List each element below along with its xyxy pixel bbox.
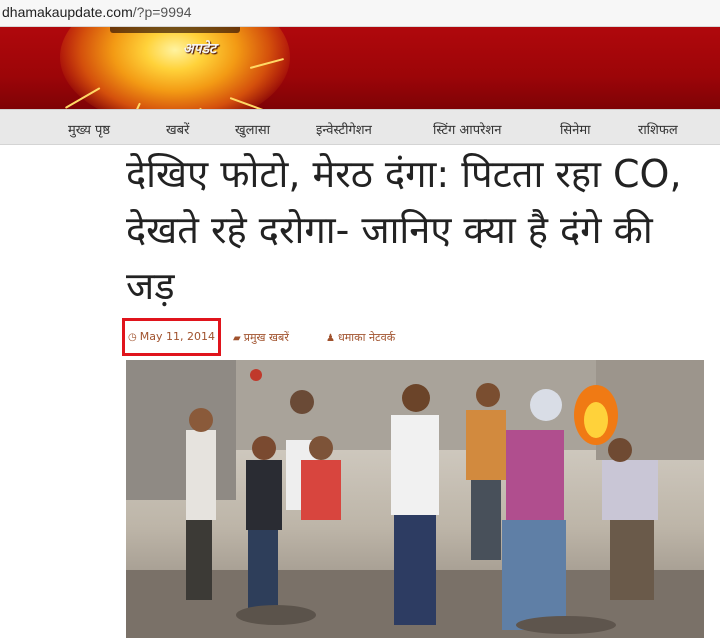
person-figure [466, 410, 506, 480]
person-figure [530, 389, 562, 421]
article-photo [126, 360, 704, 638]
riot-scene-illustration [126, 360, 704, 638]
debris-graphic [516, 616, 616, 634]
debris-graphic [236, 605, 316, 625]
nav-item-news[interactable]: खबरें [166, 120, 189, 138]
person-figure [290, 390, 314, 414]
article-category-text: प्रमुख खबरें [243, 331, 289, 344]
person-figure [394, 515, 436, 625]
article-author-text: धमाका नेटवर्क [337, 331, 396, 344]
url-host: dhamakaupdate.com [2, 4, 133, 20]
person-figure [602, 460, 658, 520]
site-header-banner[interactable]: अपडेट [0, 27, 720, 109]
article-title: देखिए फोटो, मेरठ दंगा: पिटता रहा CO, देख… [126, 152, 682, 308]
fire-core-graphic [584, 402, 608, 438]
person-figure [186, 430, 216, 520]
nav-item-investigation[interactable]: इन्वेस्टीगेशन [316, 120, 372, 138]
user-icon: ♟ [326, 333, 335, 344]
person-figure [252, 436, 276, 460]
browser-address-bar[interactable]: dhamakaupdate.com/?p=9994 [0, 0, 720, 27]
person-figure [301, 460, 341, 520]
left-wall [126, 360, 236, 500]
main-navigation: मुख्य पृष्ठ खबरें खुलासा इन्वेस्टीगेशन स… [0, 109, 720, 145]
nav-item-exposes[interactable]: खुलासा [235, 120, 270, 138]
folder-icon: ▰ [233, 333, 241, 344]
person-figure [186, 520, 212, 600]
person-figure [248, 530, 278, 610]
person-figure [246, 460, 282, 530]
logo-title-fragment [110, 27, 240, 33]
thrown-stone-graphic [250, 369, 262, 381]
url-path: /?p=9994 [132, 4, 192, 20]
date-highlight-box [122, 318, 221, 356]
person-figure [189, 408, 213, 432]
article-category[interactable]: ▰ प्रमुख खबरें [233, 330, 289, 345]
person-figure [608, 438, 632, 462]
url-text[interactable]: dhamakaupdate.com/?p=9994 [2, 4, 192, 20]
person-figure [610, 520, 654, 600]
person-figure [502, 520, 566, 630]
nav-item-horoscope[interactable]: राशिफल [638, 120, 678, 138]
nav-item-sting-operation[interactable]: स्टिंग आपरेशन [433, 120, 501, 138]
person-figure [471, 480, 501, 560]
person-figure [402, 384, 430, 412]
site-logo-text: अपडेट [183, 41, 217, 57]
person-figure [506, 430, 564, 520]
nav-item-home[interactable]: मुख्य पृष्ठ [68, 120, 110, 138]
person-figure [391, 415, 439, 515]
explosion-graphic [60, 27, 290, 109]
person-figure [476, 383, 500, 407]
nav-item-cinema[interactable]: सिनेमा [560, 120, 591, 138]
article-author[interactable]: ♟ धमाका नेटवर्क [326, 330, 395, 345]
person-figure [309, 436, 333, 460]
